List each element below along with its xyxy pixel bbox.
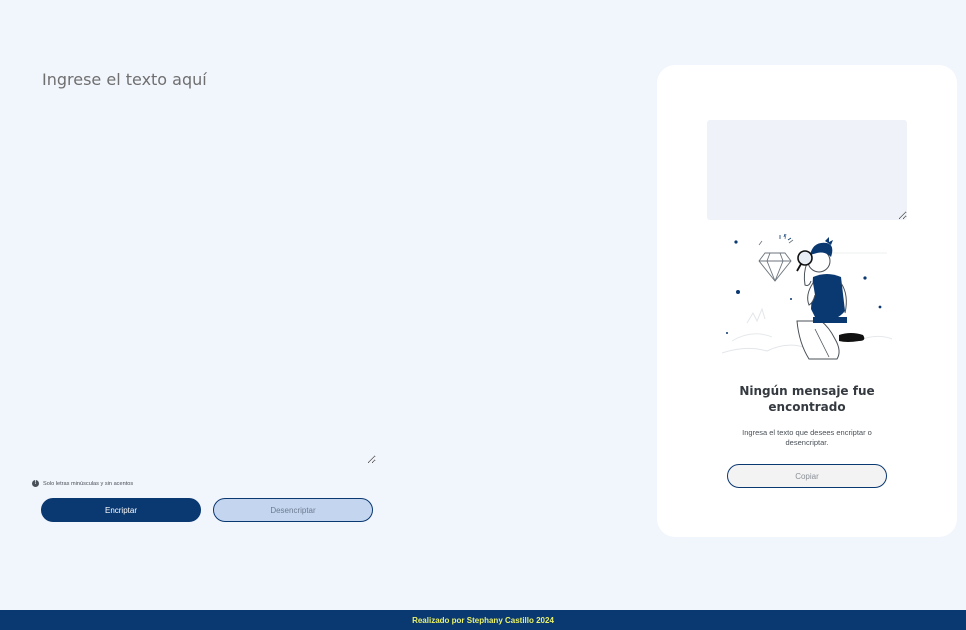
output-textarea[interactable] — [707, 120, 907, 220]
empty-state-description: Ingresa el texto que desees encriptar o … — [742, 428, 872, 447]
decrypt-button[interactable]: Desencriptar — [213, 498, 373, 522]
footer: Realizado por Stephany Castillo 2024 — [0, 610, 966, 630]
footer-text: Realizado por Stephany Castillo 2024 — [412, 615, 554, 625]
empty-state-title: Ningún mensaje fue encontrado — [739, 384, 875, 414]
text-input[interactable] — [34, 64, 376, 464]
output-panel: Ningún mensaje fue encontrado Ingresa el… — [657, 65, 957, 537]
copy-button[interactable]: Copiar — [727, 464, 887, 488]
page: ! Solo letras minúsculas y sin acentos E… — [0, 0, 966, 630]
input-hint: ! Solo letras minúsculas y sin acentos — [32, 480, 133, 487]
person-with-magnifying-glass-illustration — [721, 233, 893, 360]
hint-text: Solo letras minúsculas y sin acentos — [43, 480, 134, 487]
info-icon: ! — [32, 480, 39, 487]
encrypt-button[interactable]: Encriptar — [41, 498, 201, 522]
